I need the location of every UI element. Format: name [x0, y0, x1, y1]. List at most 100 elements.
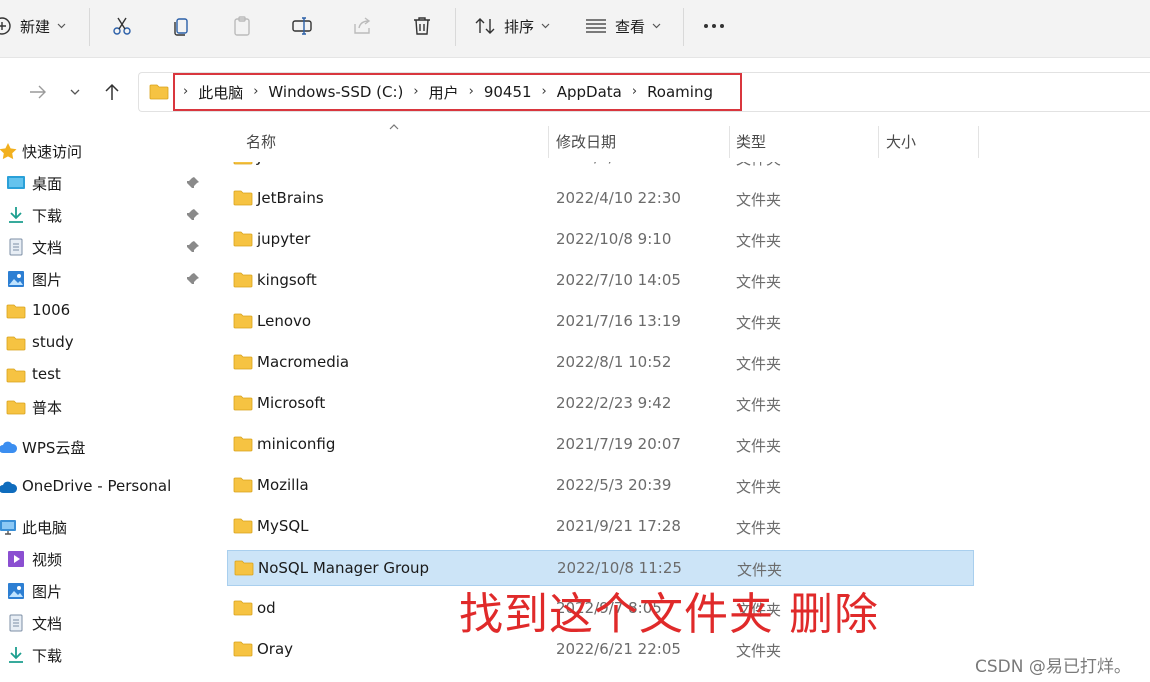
rename-button[interactable]	[291, 6, 313, 46]
sidebar-item-folder-puben[interactable]: 普本	[0, 394, 206, 420]
pictures-icon	[8, 271, 24, 287]
pictures-icon	[8, 583, 24, 599]
sort-ascending-icon	[389, 124, 399, 130]
file-modified-date: 2022/10/8 11:25	[557, 559, 682, 577]
pin-icon	[187, 273, 199, 284]
file-modified-date: 2022/7/10 14:05	[556, 271, 681, 289]
share-icon	[354, 17, 371, 34]
folder-icon	[233, 231, 253, 247]
file-row[interactable]: Macromedia 2022/8/1 10:52 文件夹	[227, 345, 974, 381]
file-name: kingsoft	[257, 271, 317, 289]
column-header-size[interactable]: 大小	[886, 131, 916, 152]
view-button[interactable]: 查看	[585, 6, 661, 46]
sidebar-item-label: 下载	[32, 207, 63, 225]
sidebar-item-downloads[interactable]: 下载	[0, 202, 206, 228]
file-row[interactable]: kingsoft 2022/7/10 14:05 文件夹	[227, 263, 974, 299]
folder-icon	[233, 354, 253, 370]
forward-button[interactable]	[26, 72, 50, 112]
file-name: Macromedia	[257, 353, 350, 371]
file-type: 文件夹	[736, 232, 782, 250]
file-type: 文件夹	[736, 478, 782, 496]
sidebar-item-label: 图片	[32, 583, 63, 601]
pin-icon	[187, 241, 199, 252]
file-type: 文件夹	[736, 191, 782, 209]
chevron-down-icon	[70, 89, 80, 95]
folder-icon	[233, 600, 253, 616]
file-row[interactable]: JetBrains 2022/4/10 22:30 文件夹	[227, 181, 974, 217]
sidebar-item-label: 桌面	[32, 175, 63, 193]
file-row[interactable]: jupyter 2022/10/8 9:10 文件夹	[227, 222, 974, 258]
column-header-row: 名称 修改日期 类型 大小	[207, 122, 1150, 162]
recent-locations-button[interactable]	[66, 72, 84, 112]
new-button[interactable]: 新建	[0, 6, 66, 46]
rename-icon	[292, 17, 312, 35]
file-row[interactable]: Microsoft 2022/2/23 9:42 文件夹	[227, 386, 974, 422]
sidebar-item-wps-cloud[interactable]: WPS云盘	[0, 434, 206, 460]
file-type: 文件夹	[736, 437, 782, 455]
sidebar-item-onedrive[interactable]: OneDrive - Personal	[0, 474, 206, 500]
folder-icon	[6, 368, 26, 383]
sidebar-item-this-pc[interactable]: 此电脑	[0, 514, 206, 540]
sidebar-item-label: 普本	[32, 399, 63, 417]
onedrive-cloud-icon	[0, 481, 18, 493]
file-modified-date: 2022/10/8 9:10	[556, 230, 672, 248]
pin-icon	[187, 177, 199, 188]
file-name: od	[257, 599, 276, 617]
sort-icon	[475, 18, 495, 34]
sidebar-item-label: 快速访问	[22, 143, 83, 161]
sidebar-item-documents[interactable]: 文档	[0, 234, 206, 260]
sidebar-item-label: 此电脑	[22, 519, 68, 537]
sidebar-item-label: OneDrive - Personal	[22, 477, 172, 495]
file-type: 文件夹	[736, 396, 782, 414]
column-divider[interactable]	[878, 126, 879, 158]
file-modified-date: 2021/7/16 13:19	[556, 312, 681, 330]
sidebar-item-label: WPS云盘	[22, 439, 86, 457]
delete-button[interactable]	[411, 6, 433, 46]
sidebar-item-desktop[interactable]: 桌面	[0, 170, 206, 196]
column-divider[interactable]	[978, 126, 979, 158]
navigation-pane: 快速访问 桌面 下载 文档 图片 1006 study test 普本 WPS云…	[0, 128, 206, 682]
sidebar-item-folder-1006[interactable]: 1006	[0, 298, 206, 324]
file-type: 文件夹	[736, 642, 782, 660]
sidebar-item-pc-pictures[interactable]: 图片	[0, 578, 206, 604]
up-button[interactable]	[100, 72, 124, 112]
sidebar-item-videos[interactable]: 视频	[0, 546, 206, 572]
sidebar-item-pictures[interactable]: 图片	[0, 266, 206, 292]
column-divider[interactable]	[729, 126, 730, 158]
cut-button[interactable]	[111, 6, 133, 46]
view-label: 查看	[615, 17, 646, 36]
sidebar-item-label: 文档	[32, 239, 63, 257]
sidebar-item-label: 图片	[32, 271, 63, 289]
column-header-name[interactable]: 名称	[246, 131, 276, 152]
file-modified-date: 2022/8/1 10:52	[556, 353, 672, 371]
sidebar-item-label: 视频	[32, 551, 63, 569]
file-row[interactable]: miniconfig 2021/7/19 20:07 文件夹	[227, 427, 974, 463]
download-icon	[9, 647, 23, 663]
scissors-icon	[113, 17, 131, 35]
share-button[interactable]	[351, 6, 373, 46]
column-header-type[interactable]: 类型	[736, 131, 766, 152]
folder-icon	[233, 436, 253, 452]
file-row[interactable]: Mozilla 2022/5/3 20:39 文件夹	[227, 468, 974, 504]
sidebar-item-pc-downloads[interactable]: 下载	[0, 642, 206, 668]
file-row[interactable]: MySQL 2021/9/21 17:28 文件夹	[227, 509, 974, 545]
file-modified-date: 2022/6/21 22:05	[556, 640, 681, 658]
sidebar-item-quick-access[interactable]: 快速访问	[0, 138, 206, 164]
file-modified-date: 2022/2/23 9:42	[556, 394, 672, 412]
more-options-button[interactable]	[703, 6, 725, 46]
copy-button[interactable]	[171, 6, 193, 46]
sidebar-item-folder-test[interactable]: test	[0, 362, 206, 388]
file-type: 文件夹	[736, 314, 782, 332]
file-modified-date: 2022/4/10 22:30	[556, 189, 681, 207]
sort-button[interactable]: 排序	[474, 6, 550, 46]
paste-button[interactable]	[231, 6, 253, 46]
sidebar-item-folder-study[interactable]: study	[0, 330, 206, 356]
command-bar: 新建 排序 查看	[0, 0, 1150, 58]
column-divider[interactable]	[548, 126, 549, 158]
file-row[interactable]: Lenovo 2021/7/16 13:19 文件夹	[227, 304, 974, 340]
column-header-date[interactable]: 修改日期	[556, 131, 616, 152]
document-icon	[9, 614, 23, 632]
new-label: 新建	[20, 17, 51, 36]
clipboard-icon	[234, 16, 250, 36]
sidebar-item-pc-documents[interactable]: 文档	[0, 610, 206, 636]
